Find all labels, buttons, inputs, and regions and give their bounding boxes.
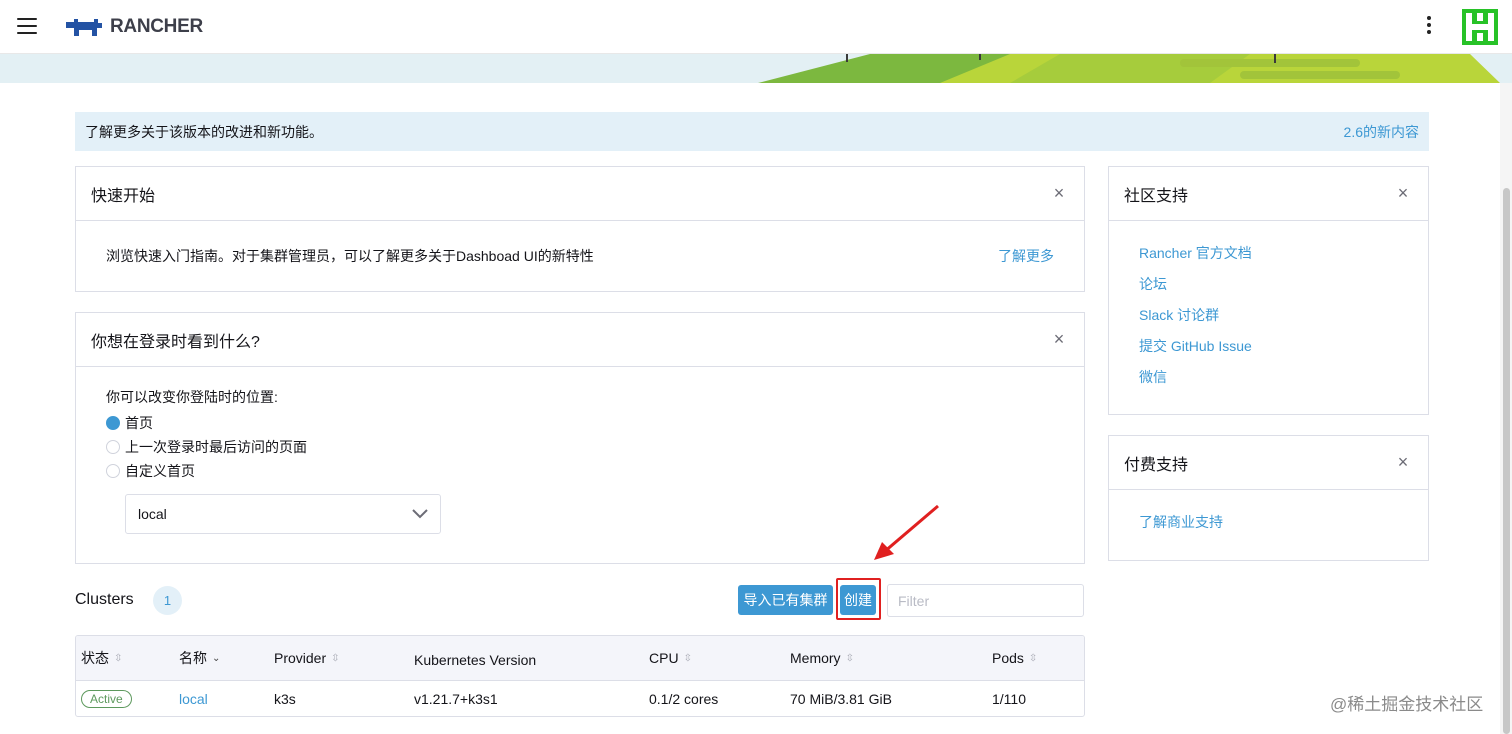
sort-icon: ⇳ [114,652,123,664]
community-links: Rancher 官方文档 论坛 Slack 讨论群 提交 GitHub Issu… [1109,221,1428,420]
radio-unchecked-icon[interactable] [106,463,120,478]
radio-checked-icon[interactable] [106,415,120,430]
column-header-name[interactable]: 名称 ⌄ [179,636,220,680]
top-navigation-bar: RANCHER [0,0,1512,54]
status-badge: Active [81,690,132,708]
table-header-row: 状态 ⇳ 名称 ⌄ Provider ⇳ Kubernetes Version CPU… [76,636,1084,681]
community-support-header: 社区支持 × [1109,167,1428,221]
column-header-provider[interactable]: Provider ⇳ [274,636,340,680]
community-support-title: 社区支持 [1124,187,1189,205]
column-label: 名称 [179,650,207,666]
radio-label: 自定义首页 [125,462,195,479]
cell-state: Active [81,681,132,716]
docs-link[interactable]: Rancher 官方文档 [1139,245,1252,261]
cluster-name-link[interactable]: local [179,691,208,707]
logo-text: RANCHER [110,16,203,37]
quick-start-panel: 快速开始 × 浏览快速入门指南。对于集群管理员，可以了解更多关于Dashboad… [75,166,1085,292]
radio-option-custom[interactable]: 自定义首页 [106,462,1054,479]
paid-support-header: 付费支持 × [1109,436,1428,490]
column-header-pods[interactable]: Pods ⇳ [992,636,1037,680]
column-header-state[interactable]: 状态 ⇳ [81,636,122,680]
column-label: 状态 [81,650,109,666]
annotation-highlight-box [836,578,881,620]
sort-icon: ⇳ [845,652,854,664]
radio-label: 上一次登录时最后访问的页面 [125,438,307,455]
paid-support-title: 付费支持 [1124,456,1189,474]
filter-input[interactable] [887,584,1084,617]
column-label: Memory [790,650,841,666]
close-icon[interactable]: × [1049,329,1069,350]
whats-new-message: 了解更多关于该版本的改进和新功能。 [85,123,323,140]
sort-icon: ⇳ [1028,652,1038,664]
cluster-count-badge: 1 [153,586,182,615]
cell-pods: 1/110 [992,691,1026,707]
community-support-panel: 社区支持 × Rancher 官方文档 论坛 Slack 讨论群 提交 GitH… [1108,166,1429,415]
column-label: Kubernetes Version [414,652,537,668]
cell-name: local [179,681,208,716]
scrollbar-thumb[interactable] [1503,188,1510,734]
clusters-title: Clusters [75,591,134,608]
quick-start-description: 浏览快速入门指南。对于集群管理员，可以了解更多关于Dashboad UI的新特性 [106,248,594,264]
learn-more-link[interactable]: 了解更多 [998,246,1054,266]
slack-link[interactable]: Slack 讨论群 [1139,307,1219,323]
rancher-cow-icon [66,19,102,36]
clusters-table: 状态 ⇳ 名称 ⌄ Provider ⇳ Kubernetes Version CPU… [75,635,1085,717]
cell-provider: k3s [274,691,296,707]
banner-landscape-graphic [758,54,1500,83]
quick-start-header: 快速开始 × [76,167,1084,221]
wechat-link[interactable]: 微信 [1139,369,1167,385]
kebab-menu-icon[interactable] [1421,16,1437,38]
import-cluster-button[interactable]: 导入已有集群 [738,585,833,615]
login-landing-title: 你想在登录时看到什么? [91,333,260,351]
cell-memory: 70 MiB/3.81 GiB [790,691,892,707]
avatar[interactable] [1462,9,1498,45]
watermark-text: @稀土掘金技术社区 [1330,695,1484,714]
column-header-version[interactable]: Kubernetes Version [414,638,536,682]
radio-unchecked-icon[interactable] [106,439,120,454]
login-landing-prompt: 你可以改变你登陆时的位置: [106,389,278,405]
sort-icon: ⇳ [331,652,340,664]
whats-new-link[interactable]: 2.6的新内容 [1344,122,1419,142]
cell-cpu: 0.1/2 cores [649,691,719,707]
commercial-support-link[interactable]: 了解商业支持 [1139,514,1223,530]
chevron-down-icon [412,509,428,519]
avatar-pattern-icon [1462,9,1498,45]
radio-option-last-visited[interactable]: 上一次登录时最后访问的页面 [106,438,1054,455]
whats-new-banner: 了解更多关于该版本的改进和新功能。 2.6的新内容 [75,112,1429,151]
forums-link[interactable]: 论坛 [1139,276,1167,292]
cluster-select-value: local [138,506,167,522]
table-row: Active local k3s v1.21.7+k3s1 0.1/2 core… [76,681,1084,716]
cluster-select[interactable]: local [125,494,441,534]
sort-icon: ⇳ [683,652,692,664]
quick-start-title: 快速开始 [91,187,156,205]
github-issue-link[interactable]: 提交 GitHub Issue [1139,338,1252,354]
paid-support-panel: 付费支持 × 了解商业支持 [1108,435,1429,561]
hamburger-menu-icon[interactable] [17,18,37,34]
column-label: Provider [274,650,327,666]
annotation-arrow-icon [874,504,939,560]
radio-option-home[interactable]: 首页 [106,414,1054,431]
column-label: CPU [649,650,679,666]
login-landing-header: 你想在登录时看到什么? × [76,313,1084,367]
radio-label: 首页 [125,414,153,431]
close-icon[interactable]: × [1393,183,1413,204]
hero-banner [0,54,1512,83]
rancher-logo[interactable]: RANCHER [64,14,203,40]
column-label: Pods [992,650,1024,666]
sort-desc-icon: ⌄ [212,652,221,664]
column-header-memory[interactable]: Memory ⇳ [790,636,854,680]
close-icon[interactable]: × [1049,183,1069,204]
cell-version: v1.21.7+k3s1 [414,691,498,707]
column-header-cpu[interactable]: CPU ⇳ [649,636,692,680]
close-icon[interactable]: × [1393,452,1413,473]
